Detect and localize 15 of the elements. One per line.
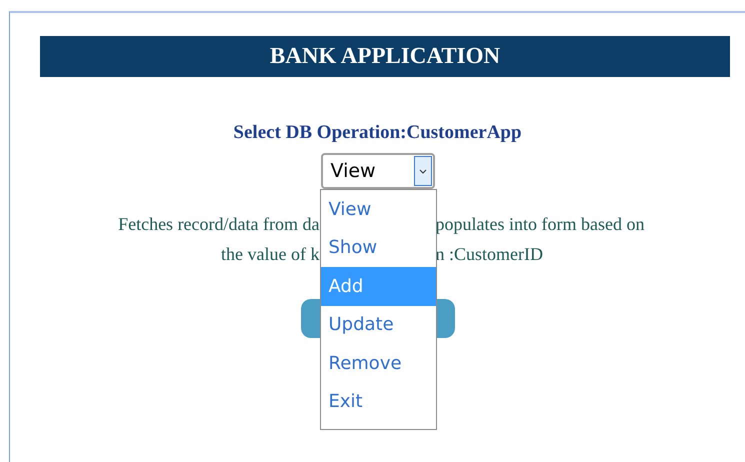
select-value: View: [330, 158, 377, 184]
dropdown-option[interactable]: Show: [320, 228, 436, 267]
description-text: populates into form based on: [436, 213, 644, 236]
dropdown-option[interactable]: Remove: [320, 344, 436, 382]
dropdown-option[interactable]: Add: [320, 267, 436, 306]
description-text: Fetches record/data from da: [118, 213, 320, 236]
dropdown-option[interactable]: Exit: [320, 382, 436, 421]
app-title: BANK APPLICATION: [270, 42, 500, 70]
operation-label: Select DB Operation:CustomerApp: [233, 121, 522, 145]
dropdown-toggle[interactable]: [414, 156, 432, 186]
dropdown-option[interactable]: Update: [320, 306, 436, 344]
description-text: the value of k: [221, 243, 320, 266]
description-text: n :CustomerID: [436, 243, 543, 266]
chevron-down-icon: [418, 168, 426, 174]
dropdown-option[interactable]: View: [320, 190, 436, 228]
